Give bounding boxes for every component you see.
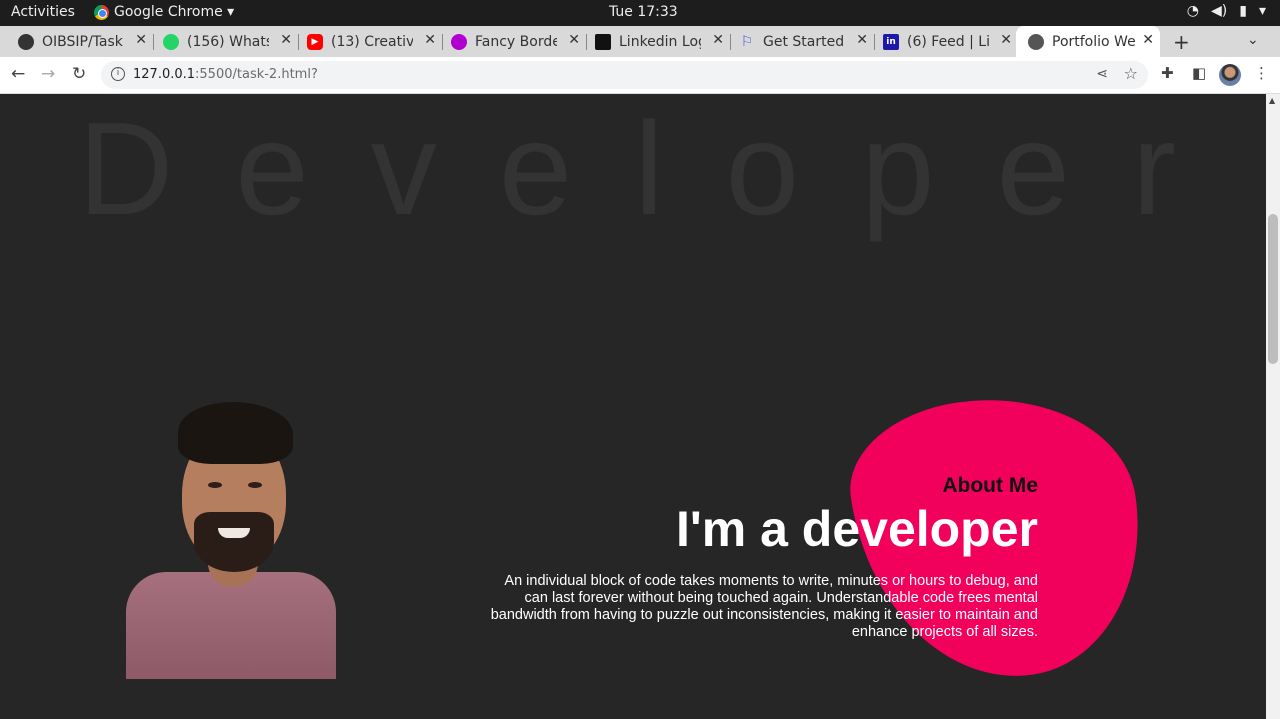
page-scrollbar[interactable]: ▲ — [1266, 94, 1280, 719]
tab-whatsapp[interactable]: (156) WhatsA ✕ — [145, 26, 299, 57]
close-icon[interactable]: ✕ — [1000, 32, 1012, 48]
tab-fancy-border[interactable]: Fancy Border ✕ — [433, 26, 587, 57]
tab-get-started[interactable]: ⚐ Get Started | ✕ — [721, 26, 875, 57]
close-icon[interactable]: ✕ — [1142, 32, 1154, 48]
tab-youtube[interactable]: ▶ (13) Creative ✕ — [289, 26, 443, 57]
tab-title: Portfolio We — [1052, 33, 1136, 50]
bg-letter: D — [78, 95, 174, 242]
bg-letter: l — [634, 95, 664, 242]
main-heading: I'm a developer — [675, 501, 1038, 557]
scrollbar-thumb[interactable] — [1268, 214, 1278, 364]
bookmark-star-icon[interactable]: ☆ — [1124, 64, 1138, 83]
power-menu-icon: ▾ — [1258, 3, 1266, 19]
browser-toolbar: ← → ↻ i 127.0.0.1:5500/task-2.html? ⋖ ☆ … — [0, 57, 1280, 94]
profile-photo — [126, 402, 336, 679]
tab-title: Linkedin Log — [619, 33, 701, 50]
url-text[interactable]: 127.0.0.1:5500/task-2.html? — [133, 67, 318, 82]
side-panel-icon[interactable]: ◧ — [1192, 64, 1206, 82]
globe-icon — [451, 33, 467, 50]
app-name: Google Chrome ▾ — [114, 4, 235, 20]
tab-title: (6) Feed | Lin — [907, 33, 989, 50]
bg-letter: e — [498, 95, 573, 242]
bg-letter: p — [861, 95, 935, 242]
menu-dots-icon[interactable]: ⋮ — [1254, 64, 1269, 82]
youtube-icon: ▶ — [307, 33, 323, 50]
about-heading: About Me — [942, 474, 1038, 497]
unsplash-icon — [595, 33, 611, 50]
bg-letter: e — [996, 95, 1070, 242]
reload-icon[interactable]: ↻ — [72, 64, 86, 84]
bg-letter: v — [370, 95, 437, 242]
background-word-developer: D e v e l o p e r — [0, 99, 1266, 239]
back-icon[interactable]: ← — [11, 64, 25, 84]
new-tab-button[interactable]: + — [1173, 30, 1190, 54]
github-icon — [18, 33, 34, 50]
battery-icon: ▮ — [1239, 3, 1247, 19]
tab-title: (156) WhatsA — [187, 33, 269, 50]
whatsapp-icon — [163, 33, 179, 50]
tab-search-icon[interactable]: ⌄ — [1247, 32, 1259, 48]
site-info-icon[interactable]: i — [111, 67, 125, 81]
bg-letter: o — [725, 95, 800, 242]
tab-title: OIBSIP/Task — [42, 33, 123, 50]
extensions-icon[interactable]: ✚ — [1161, 64, 1174, 82]
bg-letter: r — [1132, 95, 1176, 242]
linkedin-icon: in — [883, 33, 899, 50]
scroll-up-icon[interactable]: ▲ — [1269, 96, 1275, 105]
tab-linkedin-feed[interactable]: in (6) Feed | Lin ✕ — [865, 26, 1018, 57]
forward-icon[interactable]: → — [41, 64, 55, 84]
globe-icon — [1028, 33, 1044, 50]
tab-strip: OIBSIP/Task ✕ (156) WhatsA ✕ ▶ (13) Crea… — [0, 26, 1280, 57]
wifi-icon: ◔ — [1186, 3, 1200, 19]
tab-portfolio[interactable]: Portfolio We ✕ — [1016, 26, 1160, 57]
flag-icon: ⚐ — [740, 33, 754, 50]
system-tray[interactable]: ◔ ◀) ▮ ▾ — [1187, 3, 1266, 19]
system-top-bar: Activities Google Chrome ▾ Tue 17:33 ◔ ◀… — [0, 0, 1280, 26]
app-menu[interactable]: Google Chrome ▾ — [94, 4, 234, 20]
tab-oibsip[interactable]: OIBSIP/Task ✕ — [0, 26, 154, 57]
about-paragraph: An individual block of code takes moment… — [490, 573, 1038, 640]
share-icon[interactable]: ⋖ — [1096, 66, 1108, 82]
tab-linkedin-login[interactable]: Linkedin Log ✕ — [577, 26, 731, 57]
activities-button[interactable]: Activities — [11, 4, 75, 20]
bg-letter: e — [235, 95, 309, 242]
tab-title: Fancy Border — [475, 33, 557, 50]
tab-title: Get Started | — [763, 33, 845, 50]
clock[interactable]: Tue 17:33 — [609, 4, 678, 20]
volume-icon: ◀) — [1211, 3, 1228, 19]
chrome-icon — [94, 4, 109, 20]
tab-title: (13) Creative — [331, 33, 413, 50]
address-bar[interactable]: i 127.0.0.1:5500/task-2.html? ⋖ ☆ — [101, 61, 1148, 89]
profile-avatar[interactable] — [1219, 64, 1241, 86]
web-page: D e v e l o p e r About Me I'm a develop… — [0, 94, 1266, 719]
